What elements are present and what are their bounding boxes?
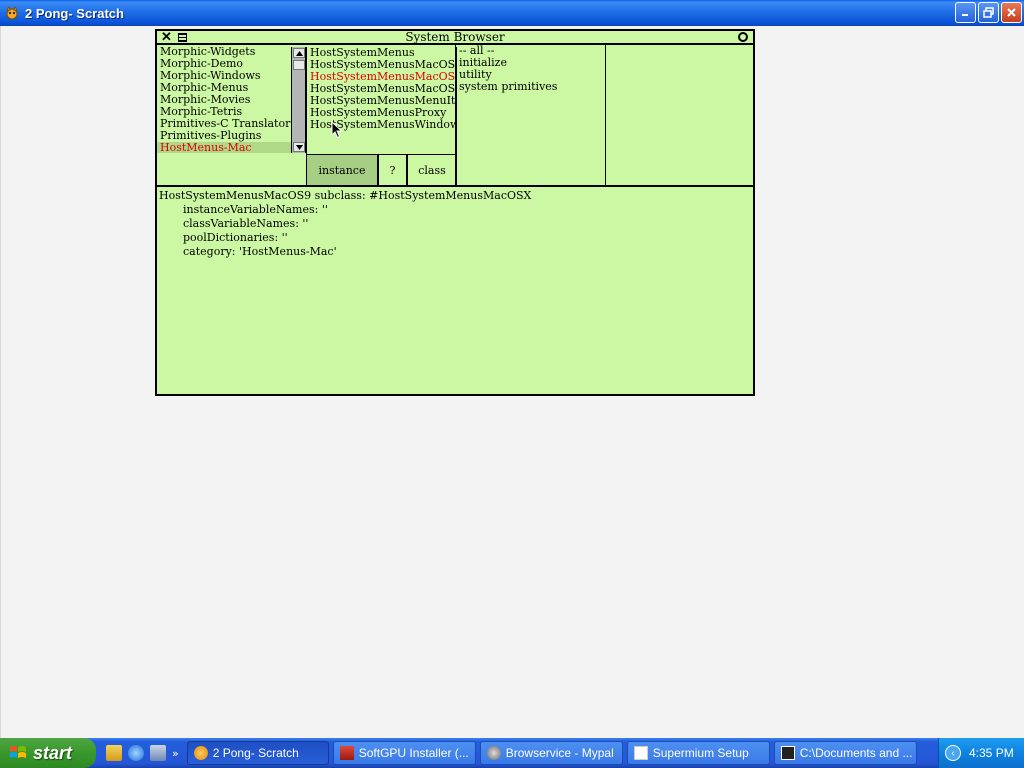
clock[interactable]: 4:35 PM bbox=[969, 746, 1014, 760]
setup-window-icon bbox=[633, 746, 648, 760]
task-button[interactable]: 2 Pong- Scratch bbox=[186, 741, 329, 765]
browser-close-icon[interactable]: ✕ bbox=[161, 31, 172, 44]
code-line[interactable]: poolDictionaries: '' bbox=[159, 231, 751, 245]
ie-icon[interactable] bbox=[128, 745, 144, 761]
task-label: 2 Pong- Scratch bbox=[212, 746, 299, 760]
outlook-icon[interactable] bbox=[106, 745, 122, 761]
class-list[interactable]: HostSystemMenus HostSystemMenusMacOS9 Host… bbox=[307, 47, 456, 131]
maximize-button[interactable] bbox=[978, 2, 999, 23]
system-tray[interactable]: ‹ 4:35 PM bbox=[938, 738, 1024, 768]
protocol-list[interactable]: -- all -- initialize utility system primiti… bbox=[456, 45, 605, 93]
category-list[interactable]: Morphic-Widgets Morphic-Demo Morphic-Windo… bbox=[157, 47, 291, 153]
scroll-up-icon bbox=[295, 50, 303, 56]
show-hidden-icons-icon[interactable]: ‹ bbox=[945, 745, 961, 761]
start-label: start bbox=[33, 742, 73, 763]
quick-launch-more[interactable]: » bbox=[172, 747, 179, 760]
class-list-pane[interactable]: HostSystemMenus HostSystemMenusMacOS9 Host… bbox=[306, 47, 457, 155]
code-line[interactable]: HostSystemMenusMacOS9 subclass: #HostSys… bbox=[159, 189, 751, 203]
task-label: Supermium Setup bbox=[652, 746, 749, 760]
scratch-cat-icon bbox=[4, 5, 20, 21]
browser-title: System Browser bbox=[405, 30, 505, 44]
browser-menu-icon[interactable] bbox=[178, 33, 187, 42]
window-title: 2 Pong- Scratch bbox=[25, 5, 124, 21]
restore-icon bbox=[983, 7, 994, 18]
scroll-down-icon bbox=[295, 144, 303, 150]
method-list-pane[interactable] bbox=[605, 45, 753, 185]
scratch-cat-icon bbox=[193, 746, 208, 760]
task-buttons[interactable]: 2 Pong- Scratch SoftGPU Installer (... Bro… bbox=[186, 741, 921, 765]
pane-divider bbox=[157, 185, 753, 187]
close-icon bbox=[1007, 8, 1016, 17]
protocol-list-pane[interactable]: -- all -- initialize utility system primiti… bbox=[455, 45, 606, 185]
scroll-down-button[interactable] bbox=[293, 142, 305, 152]
media-player-icon[interactable] bbox=[150, 745, 166, 761]
task-button[interactable]: SoftGPU Installer (... bbox=[332, 741, 476, 765]
instance-class-toggle[interactable]: instance ? class bbox=[306, 154, 457, 186]
task-label: SoftGPU Installer (... bbox=[358, 746, 469, 760]
system-browser-title-bar[interactable]: ✕ System Browser bbox=[157, 31, 753, 45]
close-button[interactable] bbox=[1001, 2, 1022, 23]
minimize-icon bbox=[962, 14, 968, 16]
scroll-thumb[interactable] bbox=[293, 60, 305, 70]
window-title-bar[interactable]: 2 Pong- Scratch bbox=[0, 0, 1024, 26]
task-button[interactable]: Supermium Setup bbox=[626, 741, 770, 765]
code-line[interactable]: category: 'HostMenus-Mac' bbox=[159, 245, 751, 259]
installer-icon bbox=[339, 746, 354, 760]
category-list-pane[interactable]: Morphic-Widgets Morphic-Demo Morphic-Windo… bbox=[157, 47, 306, 153]
start-button[interactable]: start bbox=[0, 738, 96, 768]
windows-logo-icon bbox=[10, 746, 26, 758]
browser-collapse-icon[interactable] bbox=[738, 32, 748, 42]
mypal-icon bbox=[486, 746, 501, 760]
code-line[interactable]: classVariableNames: '' bbox=[159, 217, 751, 231]
protocol-item[interactable]: system primitives bbox=[456, 81, 605, 93]
class-toggle-button[interactable]: class bbox=[407, 155, 457, 186]
code-editor-pane[interactable]: HostSystemMenusMacOS9 subclass: #HostSys… bbox=[159, 189, 751, 394]
instance-toggle-button[interactable]: instance bbox=[306, 155, 378, 186]
help-toggle-button[interactable]: ? bbox=[378, 155, 407, 186]
category-scrollbar[interactable] bbox=[291, 47, 305, 153]
code-line[interactable]: instanceVariableNames: '' bbox=[159, 203, 751, 217]
category-item[interactable]: HostMenus-Mac bbox=[157, 142, 291, 153]
quick-launch[interactable]: » bbox=[106, 745, 179, 761]
scroll-up-button[interactable] bbox=[293, 48, 305, 58]
system-browser-window[interactable]: ✕ System Browser Morphic-Widgets Morphic-… bbox=[155, 29, 755, 396]
taskbar[interactable]: start » 2 Pong- Scratch SoftGPU Installer… bbox=[0, 738, 1024, 768]
class-item[interactable]: HostSystemMenusWindows bbox=[307, 119, 456, 131]
task-button[interactable]: C:\Documents and ... bbox=[773, 741, 917, 765]
7zip-icon bbox=[780, 746, 795, 760]
task-label: Browservice - Mypal bbox=[505, 746, 614, 760]
task-label: C:\Documents and ... bbox=[799, 746, 913, 760]
category-pane-filler bbox=[157, 153, 306, 186]
task-button[interactable]: Browservice - Mypal bbox=[479, 741, 623, 765]
minimize-button[interactable] bbox=[955, 2, 976, 23]
